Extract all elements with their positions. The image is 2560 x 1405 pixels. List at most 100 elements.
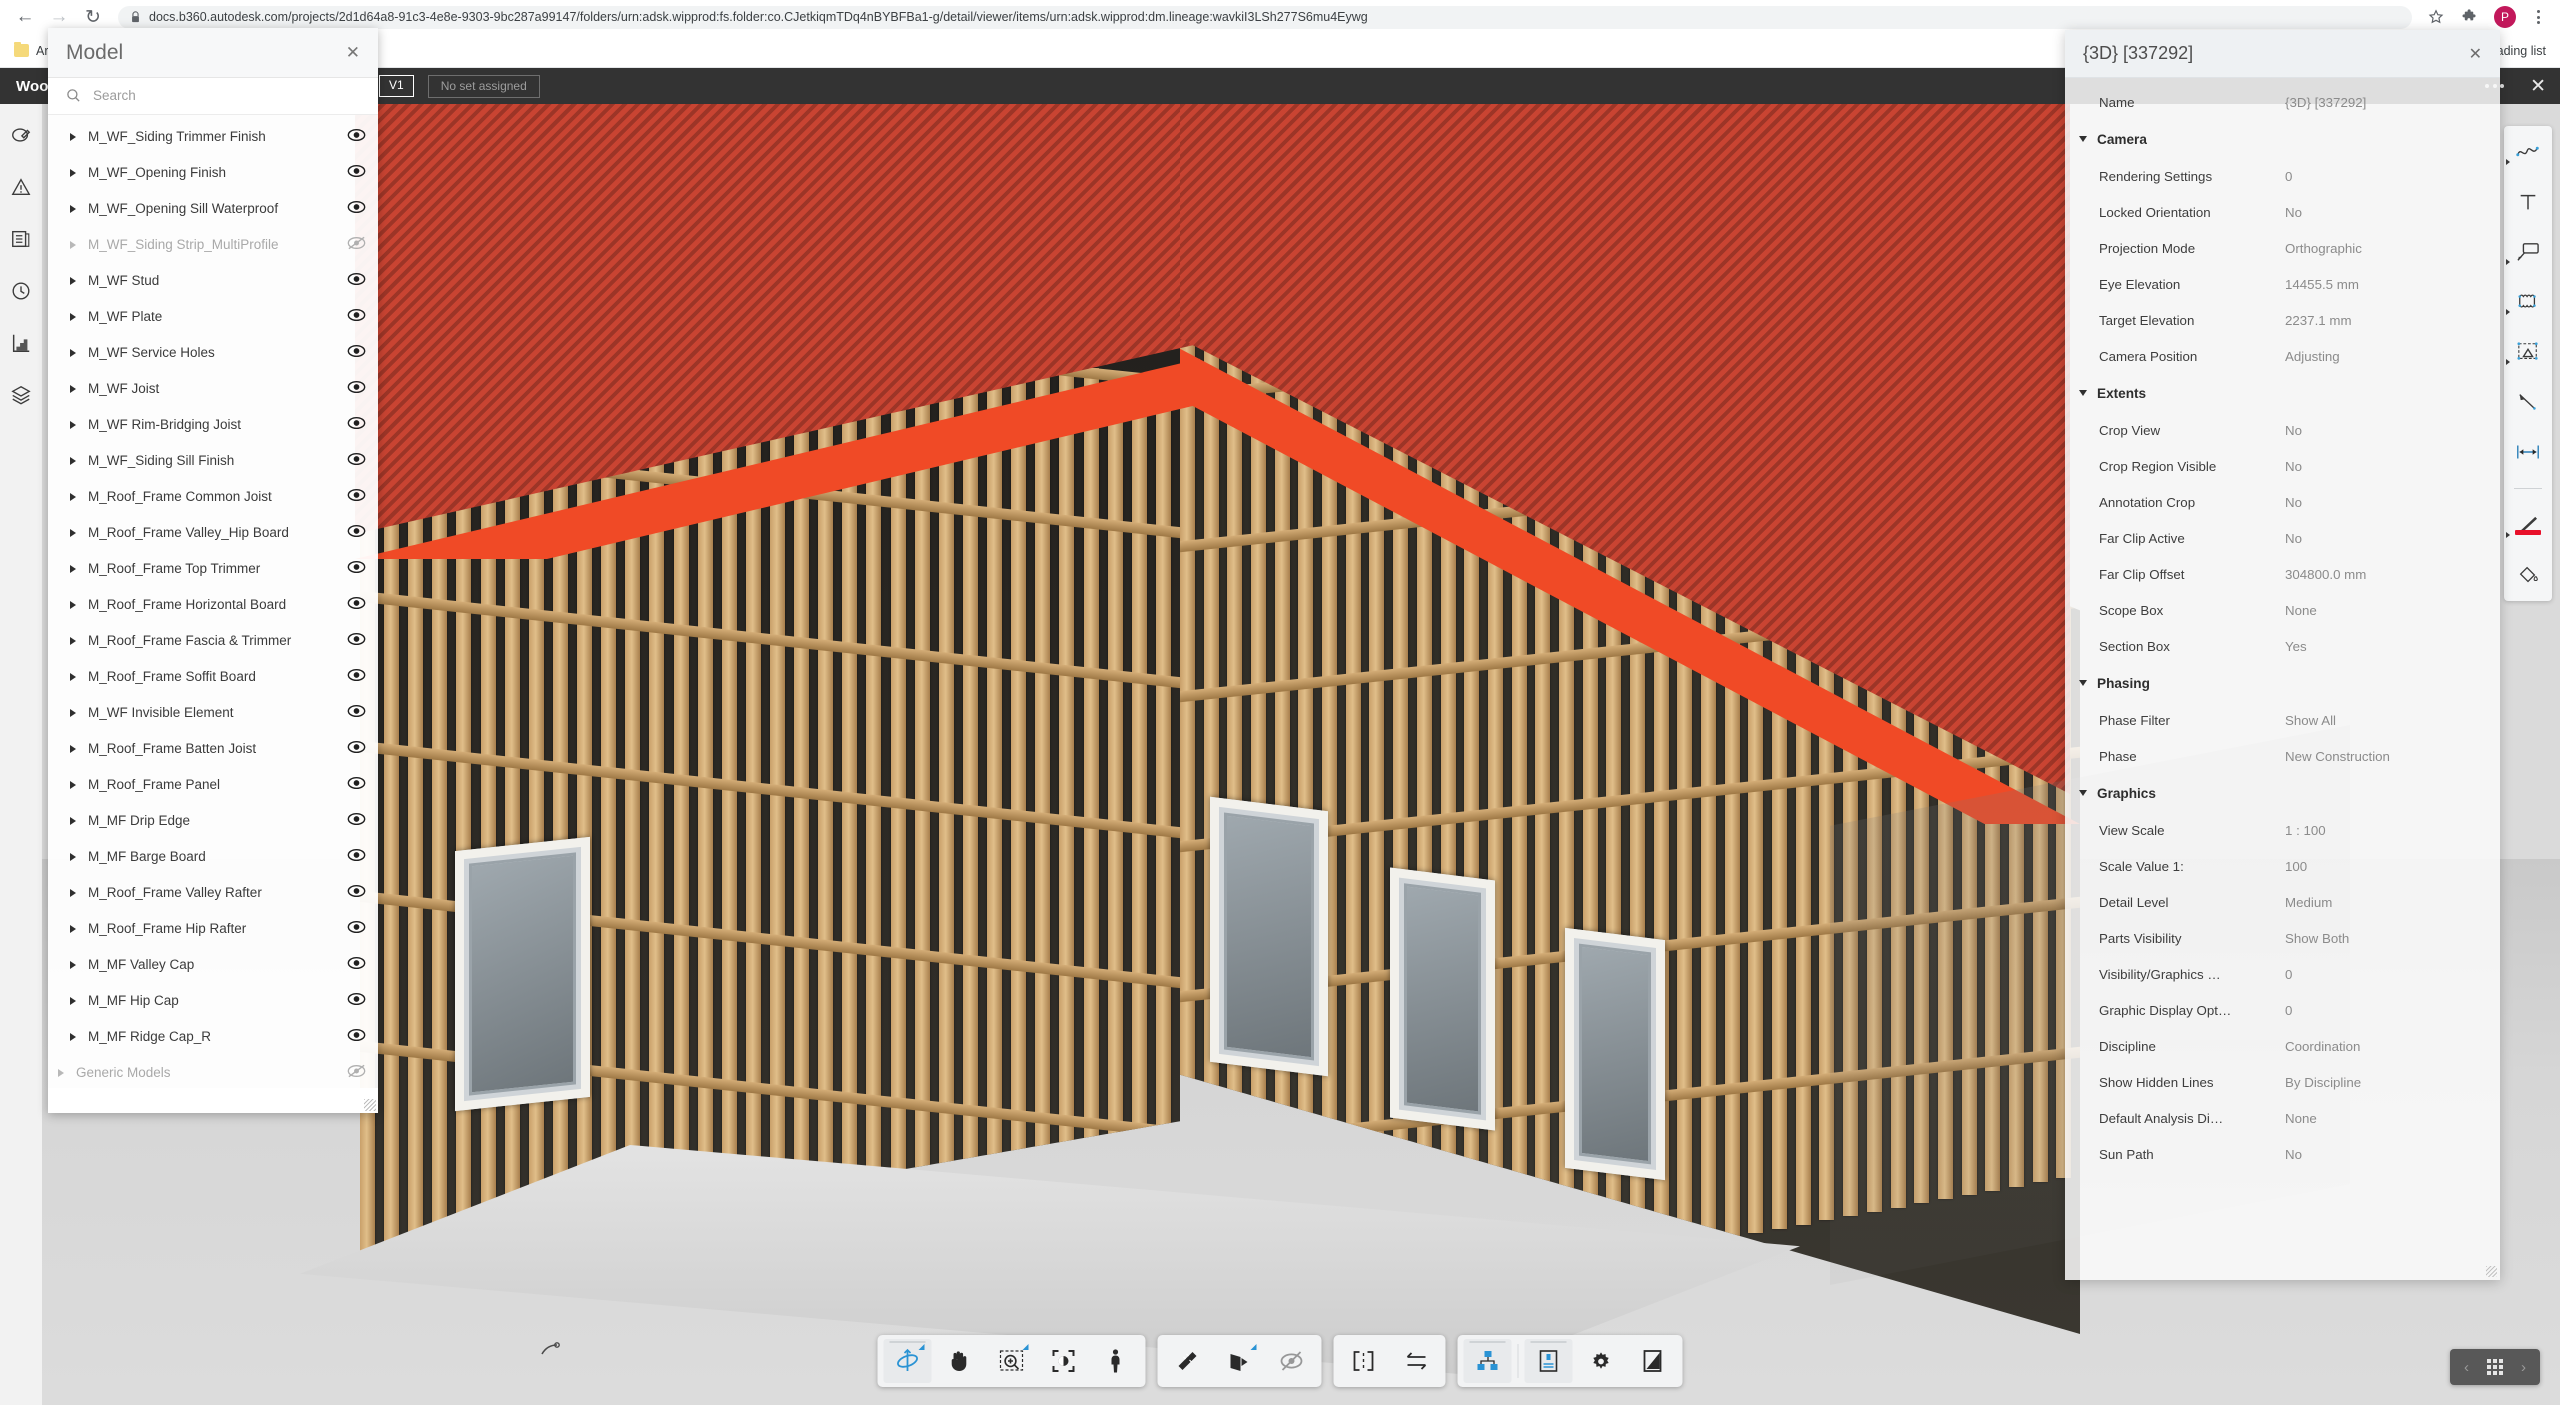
tool-options-flag[interactable] (2506, 532, 2510, 538)
property-row[interactable]: Parts Visibility Show Both (2065, 920, 2500, 956)
resize-grip[interactable] (2486, 1266, 2497, 1277)
profile-avatar[interactable]: P (2494, 6, 2516, 28)
visibility-on-icon[interactable] (347, 704, 366, 721)
model-tree-item[interactable]: M_WF Service Holes (48, 335, 378, 371)
expand-caret-icon[interactable] (70, 708, 76, 717)
model-tree-item[interactable]: M_Roof_Frame Fascia & Trimmer (48, 623, 378, 659)
layers-icon[interactable] (8, 382, 34, 408)
properties-list[interactable]: Name {3D} [337292] Camera Rendering Setting… (2065, 78, 2500, 1262)
compare-swap-tool[interactable] (1392, 1339, 1440, 1383)
property-group-header[interactable]: Phasing (2065, 664, 2500, 702)
property-row[interactable]: Target Elevation 2237.1 mm (2065, 302, 2500, 338)
tool-options-arrow[interactable] (1022, 1344, 1029, 1350)
issues-warning-icon[interactable] (8, 174, 34, 200)
visibility-off-icon[interactable] (347, 1064, 366, 1081)
visibility-on-icon[interactable] (347, 452, 366, 469)
model-tree-item[interactable]: M_MF Valley Cap (48, 947, 378, 983)
screenshot-tool[interactable] (1629, 1339, 1677, 1383)
property-row[interactable]: Eye Elevation 14455.5 mm (2065, 266, 2500, 302)
model-tree-item[interactable]: M_WF_Siding Sill Finish (48, 443, 378, 479)
property-row[interactable]: Camera Position Adjusting (2065, 338, 2500, 374)
callout-icon[interactable] (2506, 238, 2542, 266)
expand-caret-icon[interactable] (70, 132, 76, 141)
prev-view-button[interactable]: ‹ (2464, 1359, 2469, 1376)
arrow-tool-icon[interactable] (2514, 388, 2542, 416)
visibility-on-icon[interactable] (347, 1028, 366, 1045)
model-tree-item[interactable]: M_Roof_Frame Common Joist (48, 479, 378, 515)
property-row[interactable]: Scope Box None (2065, 592, 2500, 628)
freehand-draw-icon[interactable] (2506, 138, 2542, 166)
chrome-menu-button[interactable] (2526, 10, 2550, 24)
expand-caret-icon[interactable] (70, 780, 76, 789)
expand-caret-icon[interactable] (70, 672, 76, 681)
expand-caret-icon[interactable] (70, 456, 76, 465)
visibility-on-icon[interactable] (347, 776, 366, 793)
expand-caret-icon[interactable] (70, 204, 76, 213)
property-row[interactable]: Discipline Coordination (2065, 1028, 2500, 1064)
shapes-icon[interactable] (2506, 338, 2542, 366)
expand-caret-icon[interactable] (70, 420, 76, 429)
model-tree-item[interactable]: M_WF_Siding Strip_MultiProfile (48, 227, 378, 263)
property-group-header[interactable]: Extents (2065, 374, 2500, 412)
model-tree-item[interactable]: M_MF Barge Board (48, 839, 378, 875)
expand-caret-icon[interactable] (70, 816, 76, 825)
property-row[interactable]: Crop View No (2065, 412, 2500, 448)
tool-options-arrow[interactable] (1250, 1344, 1257, 1350)
model-tree-item[interactable]: M_Roof_Frame Panel (48, 767, 378, 803)
pan-tool[interactable] (936, 1339, 984, 1383)
visibility-on-icon[interactable] (347, 344, 366, 361)
tool-options-flag[interactable] (2506, 159, 2510, 165)
model-tree-item[interactable]: M_Roof_Frame Hip Rafter (48, 911, 378, 947)
visibility-on-icon[interactable] (347, 416, 366, 433)
property-row[interactable]: Far Clip Active No (2065, 520, 2500, 556)
measure-tool[interactable] (1164, 1339, 1212, 1383)
expand-caret-icon[interactable] (70, 168, 76, 177)
expand-caret-icon[interactable] (70, 1032, 76, 1041)
property-row[interactable]: Graphic Display Opt… 0 (2065, 992, 2500, 1028)
pen-color-icon[interactable] (2506, 511, 2542, 539)
visibility-off-icon[interactable] (347, 236, 366, 253)
property-row[interactable]: Detail Level Medium (2065, 884, 2500, 920)
expand-caret-icon[interactable] (58, 1068, 64, 1077)
property-row[interactable]: Annotation Crop No (2065, 484, 2500, 520)
property-group-header[interactable]: Camera (2065, 120, 2500, 158)
property-row[interactable]: Phase New Construction (2065, 738, 2500, 774)
collapse-caret-icon[interactable] (2079, 136, 2087, 142)
property-row[interactable]: View Scale 1 : 100 (2065, 812, 2500, 848)
tool-options-flag[interactable] (2506, 309, 2510, 315)
close-viewer-button[interactable]: ✕ (2530, 77, 2546, 96)
property-row[interactable]: Default Analysis Di… None (2065, 1100, 2500, 1136)
visibility-on-icon[interactable] (347, 632, 366, 649)
property-row[interactable]: Sun Path No (2065, 1136, 2500, 1172)
address-bar[interactable]: docs.b360.autodesk.com/projects/2d1d64a8… (118, 5, 2412, 29)
extensions-puzzle-icon[interactable] (2454, 2, 2484, 32)
properties-tool[interactable] (1524, 1339, 1573, 1383)
visibility-on-icon[interactable] (347, 884, 366, 901)
history-clock-icon[interactable] (8, 278, 34, 304)
fill-bucket-icon[interactable] (2514, 561, 2542, 589)
property-group-header[interactable]: Graphics (2065, 774, 2500, 812)
model-tree-item[interactable]: M_WF_Opening Sill Waterproof (48, 191, 378, 227)
model-tree-item[interactable]: M_Roof_Frame Valley Rafter (48, 875, 378, 911)
zoom-window-tool[interactable] (988, 1339, 1036, 1383)
cloud-shape-icon[interactable] (2506, 288, 2542, 316)
visibility-on-icon[interactable] (347, 164, 366, 181)
model-tree-item[interactable]: M_MF Hip Cap (48, 983, 378, 1019)
search-input[interactable] (93, 88, 360, 104)
model-tree-item[interactable]: M_Roof_Frame Valley_Hip Board (48, 515, 378, 551)
visibility-on-icon[interactable] (347, 380, 366, 397)
expand-caret-icon[interactable] (70, 528, 76, 537)
expand-caret-icon[interactable] (70, 600, 76, 609)
collapse-caret-icon[interactable] (2079, 790, 2087, 796)
model-tree-item[interactable]: M_Roof_Frame Soffit Board (48, 659, 378, 695)
model-tree-item[interactable]: M_WF Rim-Bridging Joist (48, 407, 378, 443)
explode-model-tool[interactable] (1340, 1339, 1388, 1383)
visibility-on-icon[interactable] (347, 272, 366, 289)
settings-gear-tool[interactable] (1577, 1339, 1625, 1383)
hide-isolate-tool[interactable] (1268, 1339, 1316, 1383)
chart-icon[interactable] (8, 330, 34, 356)
collapse-caret-icon[interactable] (2079, 390, 2087, 396)
expand-caret-icon[interactable] (70, 240, 76, 249)
property-row[interactable]: Name {3D} [337292] (2065, 84, 2500, 120)
visibility-on-icon[interactable] (347, 740, 366, 757)
